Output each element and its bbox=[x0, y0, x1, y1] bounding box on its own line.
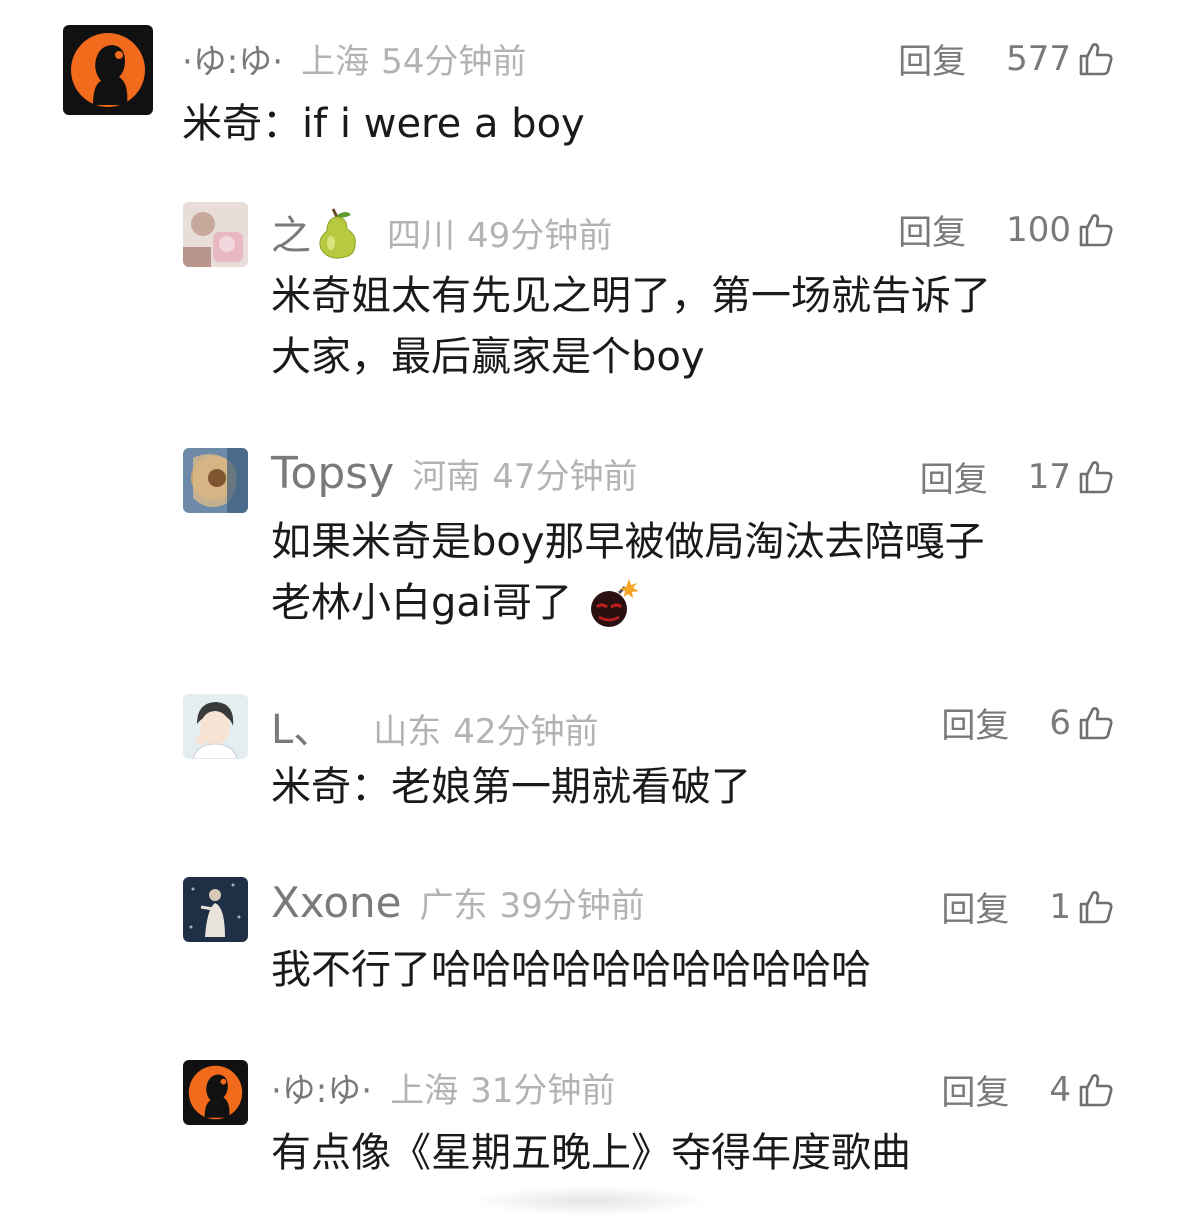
avatar[interactable] bbox=[183, 448, 248, 513]
comment-text: 米奇：老娘第一期就看破了 bbox=[271, 764, 751, 810]
timestamp: 39分钟前 bbox=[499, 886, 645, 926]
username[interactable]: Xxone bbox=[271, 878, 402, 927]
photo-avatar-pink-icon bbox=[183, 202, 248, 267]
reply-button[interactable]: 回复 bbox=[898, 205, 966, 254]
username[interactable]: ·ゆ:ゆ· bbox=[182, 34, 283, 83]
reply-button[interactable]: 回复 bbox=[920, 452, 988, 501]
comment-text: 有点像《星期五晚上》夺得年度歌曲 bbox=[271, 1130, 911, 1176]
thumbs-up-icon[interactable] bbox=[1077, 459, 1113, 495]
orange-silhouette-avatar-icon bbox=[183, 1060, 248, 1125]
thumbs-up-icon[interactable] bbox=[1077, 41, 1113, 77]
like-count: 6 bbox=[1049, 702, 1071, 743]
avatar[interactable] bbox=[183, 202, 248, 267]
like-count: 100 bbox=[1006, 209, 1071, 250]
orange-silhouette-avatar-icon bbox=[63, 25, 153, 115]
location: 上海 bbox=[301, 42, 370, 82]
avatar[interactable] bbox=[63, 25, 153, 115]
username[interactable]: ·ゆ:ゆ· bbox=[271, 1063, 372, 1112]
location: 四川 bbox=[387, 215, 455, 256]
like-count: 4 bbox=[1049, 1069, 1071, 1110]
timestamp: 47分钟前 bbox=[492, 457, 638, 497]
like-count: 577 bbox=[1006, 38, 1071, 79]
comment-text-line: 大家，最后赢家是个boy bbox=[271, 334, 705, 380]
painting-avatar-icon bbox=[183, 448, 248, 513]
location: 河南 bbox=[412, 457, 481, 497]
watermark-smudge bbox=[470, 1186, 710, 1216]
like-count: 17 bbox=[1027, 456, 1071, 497]
thumbs-up-icon[interactable] bbox=[1077, 1072, 1113, 1108]
avatar[interactable] bbox=[183, 877, 248, 942]
reply-button[interactable]: 回复 bbox=[941, 1065, 1009, 1114]
dark-blue-photo-avatar-icon bbox=[183, 877, 248, 942]
username[interactable]: Topsy bbox=[271, 448, 394, 499]
timestamp: 31分钟前 bbox=[470, 1071, 616, 1111]
comment-text: 米奇：if i were a boy bbox=[182, 101, 585, 147]
reply-button[interactable]: 回复 bbox=[898, 34, 966, 83]
location: 广东 bbox=[419, 886, 488, 926]
comment-text: 如果米奇是boy那早被做局淘汰去陪嘎子 老林小白gai哥了 bbox=[271, 512, 985, 634]
comment-text-line: 米奇姐太有先见之明了，第一场就告诉了 bbox=[271, 273, 991, 319]
comment-text-line: 老林小白gai哥了 bbox=[271, 580, 573, 626]
avatar[interactable] bbox=[183, 1060, 248, 1125]
timestamp: 49分钟前 bbox=[467, 215, 613, 256]
reply-button[interactable]: 回复 bbox=[941, 882, 1009, 931]
username[interactable]: 之 bbox=[271, 203, 311, 261]
timestamp: 54分钟前 bbox=[381, 42, 527, 82]
location: 山东 bbox=[373, 712, 442, 752]
illustrated-boy-avatar-icon bbox=[183, 694, 248, 759]
timestamp: 42分钟前 bbox=[453, 712, 599, 752]
thumbs-up-icon[interactable] bbox=[1077, 889, 1113, 925]
comment-text: 我不行了哈哈哈哈哈哈哈哈哈哈哈 bbox=[271, 947, 871, 993]
avatar[interactable] bbox=[183, 694, 248, 759]
reply-button[interactable]: 回复 bbox=[941, 698, 1009, 747]
thumbs-up-icon[interactable] bbox=[1077, 705, 1113, 741]
username[interactable]: L、 bbox=[271, 697, 333, 755]
location: 上海 bbox=[390, 1071, 459, 1111]
pear-emoji-icon bbox=[319, 208, 356, 259]
thumbs-up-icon[interactable] bbox=[1077, 212, 1113, 248]
comment-text: 米奇姐太有先见之明了，第一场就告诉了 大家，最后赢家是个boy bbox=[271, 266, 991, 388]
comment-text-line: 如果米奇是boy那早被做局淘汰去陪嘎子 bbox=[271, 519, 985, 565]
like-count: 1 bbox=[1049, 886, 1071, 927]
bomb-emoji-icon bbox=[590, 579, 639, 627]
